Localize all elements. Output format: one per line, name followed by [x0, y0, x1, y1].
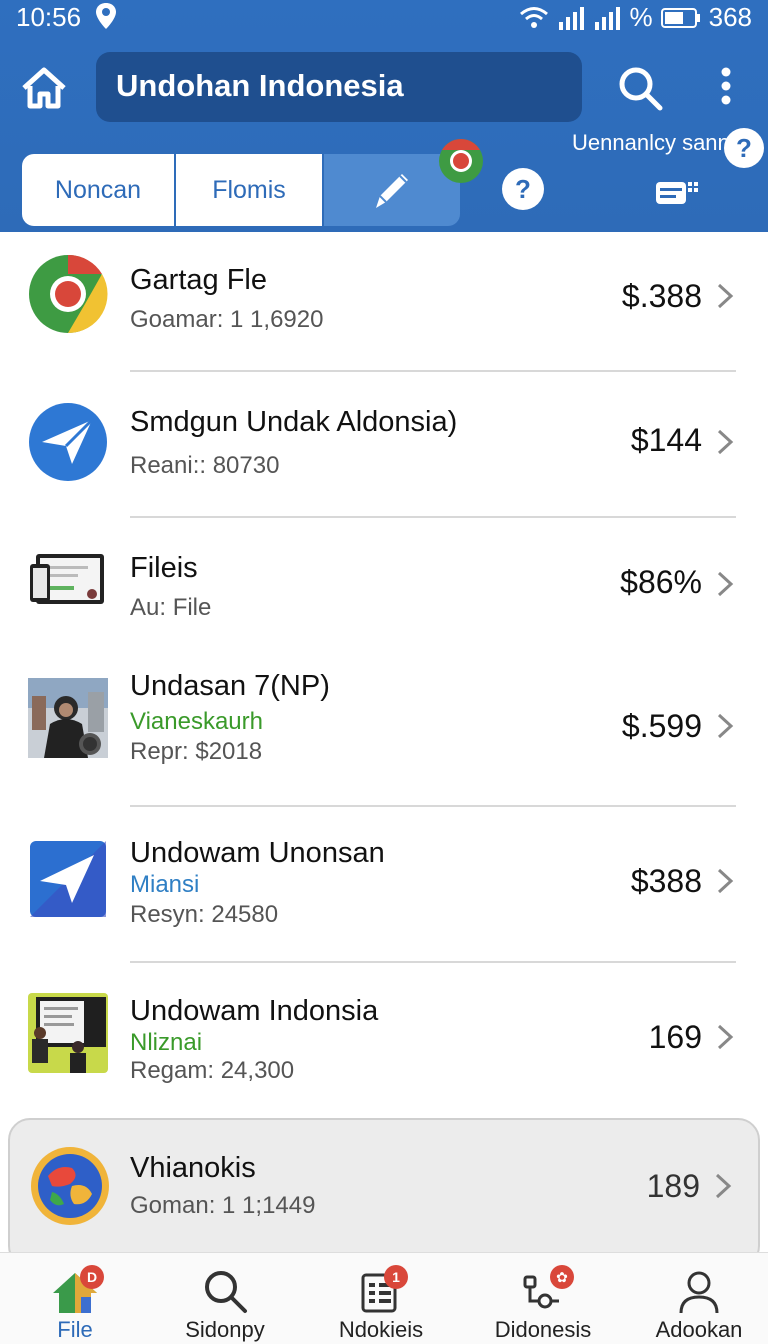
chevron-right-icon	[715, 1173, 732, 1199]
send-logo-icon	[29, 403, 107, 481]
chevron-right-icon	[717, 283, 734, 309]
search-icon[interactable]	[616, 64, 664, 112]
chevron-right-icon	[717, 429, 734, 455]
bottom-navigation: D File Sidonpy 1 Ndokieis ✿ Didonesis Ad…	[0, 1252, 768, 1344]
list-item[interactable]: Smdgun Undak Aldonsia) Reani:: 80730 $14…	[0, 378, 768, 524]
notification-badge: D	[80, 1265, 104, 1289]
home-icon[interactable]	[20, 66, 68, 110]
tab-noncan[interactable]: Noncan	[22, 154, 174, 226]
help-icon-secondary[interactable]: ?	[502, 168, 544, 210]
status-time: 10:56	[16, 2, 82, 32]
search-icon	[205, 1271, 247, 1313]
nav-item-file[interactable]: D File	[0, 1253, 150, 1344]
divider	[130, 516, 736, 518]
item-meta: Goman: 1 1;1449	[130, 1192, 316, 1219]
send-logo-square-icon	[30, 841, 106, 917]
list-item[interactable]: Undowam Unonsan Miansi Resyn: 24580 $388	[0, 807, 768, 957]
item-subtitle: Miansi	[130, 871, 200, 898]
item-title: Fileis	[130, 552, 198, 584]
item-meta: Repr: $2018	[130, 738, 263, 765]
nav-label: Didonesis	[494, 1317, 592, 1342]
chrome-badge-icon[interactable]	[438, 138, 484, 184]
battery-icon	[660, 7, 700, 28]
item-meta: Reani:: 80730	[130, 452, 280, 479]
item-meta: Resyn: 24580	[130, 901, 279, 928]
item-price: $86%	[620, 564, 702, 600]
divider	[130, 370, 736, 372]
item-meta: Goamar: 1 1,6920	[130, 306, 324, 333]
item-title: Gartag Fle	[130, 264, 267, 296]
signal-icon	[559, 6, 585, 30]
card-list-icon[interactable]	[654, 176, 700, 206]
status-indicators: % 368	[519, 2, 752, 33]
nav-label: Ndokieis	[338, 1317, 424, 1342]
item-price: $144	[630, 422, 702, 458]
item-title: Undowam Indonsia	[130, 995, 379, 1027]
nav-label: Sidonpy	[185, 1317, 265, 1342]
profile-icon	[679, 1271, 719, 1314]
pen-icon	[376, 174, 408, 208]
item-title: Undasan 7(NP)	[130, 670, 330, 702]
location-icon	[96, 3, 116, 29]
globe-logo-icon	[31, 1147, 109, 1225]
battery-text: 368	[708, 2, 752, 32]
item-title: Smdgun Undak Aldonsia)	[130, 406, 458, 438]
percent-symbol: %	[629, 2, 653, 32]
chrome-logo-icon	[29, 254, 108, 334]
search-input[interactable]: Undohan Indonesia	[96, 52, 582, 122]
more-vert-icon[interactable]	[714, 66, 738, 106]
device-screens-icon	[30, 554, 104, 604]
chevron-right-icon	[717, 1024, 734, 1050]
signal-icon-2	[595, 6, 621, 30]
nav-item-adookan[interactable]: Adookan	[624, 1253, 768, 1344]
presentation-photo-icon	[28, 993, 108, 1073]
item-subtitle: Nliznai	[130, 1029, 203, 1056]
nav-item-ndokieis[interactable]: 1 Ndokieis	[306, 1253, 456, 1344]
tab-flomis[interactable]: Flomis	[176, 154, 322, 226]
item-title: Vhianokis	[130, 1152, 256, 1184]
nav-item-sidonpy[interactable]: Sidonpy	[150, 1253, 300, 1344]
notification-badge: ✿	[550, 1265, 574, 1289]
help-icon[interactable]: ?	[724, 128, 764, 168]
list-item[interactable]: Gartag Fle Goamar: 1 1,6920 $.388	[0, 232, 768, 378]
notification-badge: 1	[384, 1265, 408, 1289]
person-photo-icon	[28, 678, 108, 758]
chevron-right-icon	[717, 868, 734, 894]
item-price: 169	[648, 1019, 702, 1055]
item-subtitle: Vianeskaurh	[130, 708, 263, 735]
help-label[interactable]: Uennanlcy sann	[572, 130, 730, 156]
item-meta: Au: File	[130, 594, 212, 621]
nav-item-didonesis[interactable]: ✿ Didonesis	[468, 1253, 618, 1344]
chevron-right-icon	[717, 571, 734, 597]
list-item[interactable]: Undasan 7(NP) Vianeskaurh Repr: $2018 $.…	[0, 652, 768, 800]
item-price: $.599	[621, 708, 702, 744]
item-list: Gartag Fle Goamar: 1 1,6920 $.388 Smdgun…	[0, 232, 768, 1268]
item-price: $388	[630, 863, 702, 899]
list-item[interactable]: Undowam Indonsia Nliznai Regam: 24,300 1…	[0, 963, 768, 1113]
wifi-icon	[520, 6, 549, 28]
list-item-highlighted[interactable]: Vhianokis Goman: 1 1;1449 189	[8, 1118, 760, 1268]
list-item[interactable]: Fileis Au: File $86%	[0, 524, 768, 652]
item-title: Undowam Unonsan	[130, 837, 385, 869]
chevron-right-icon	[717, 713, 734, 739]
item-price: 189	[646, 1168, 700, 1204]
nav-label: File	[57, 1317, 93, 1342]
item-meta: Regam: 24,300	[130, 1057, 295, 1084]
nav-label: Adookan	[655, 1317, 743, 1342]
item-price: $.388	[621, 278, 702, 314]
status-bar: 10:56 % 368	[0, 0, 768, 36]
app-header: 10:56 % 368 Undohan Indonesia Uennanlcy …	[0, 0, 768, 232]
